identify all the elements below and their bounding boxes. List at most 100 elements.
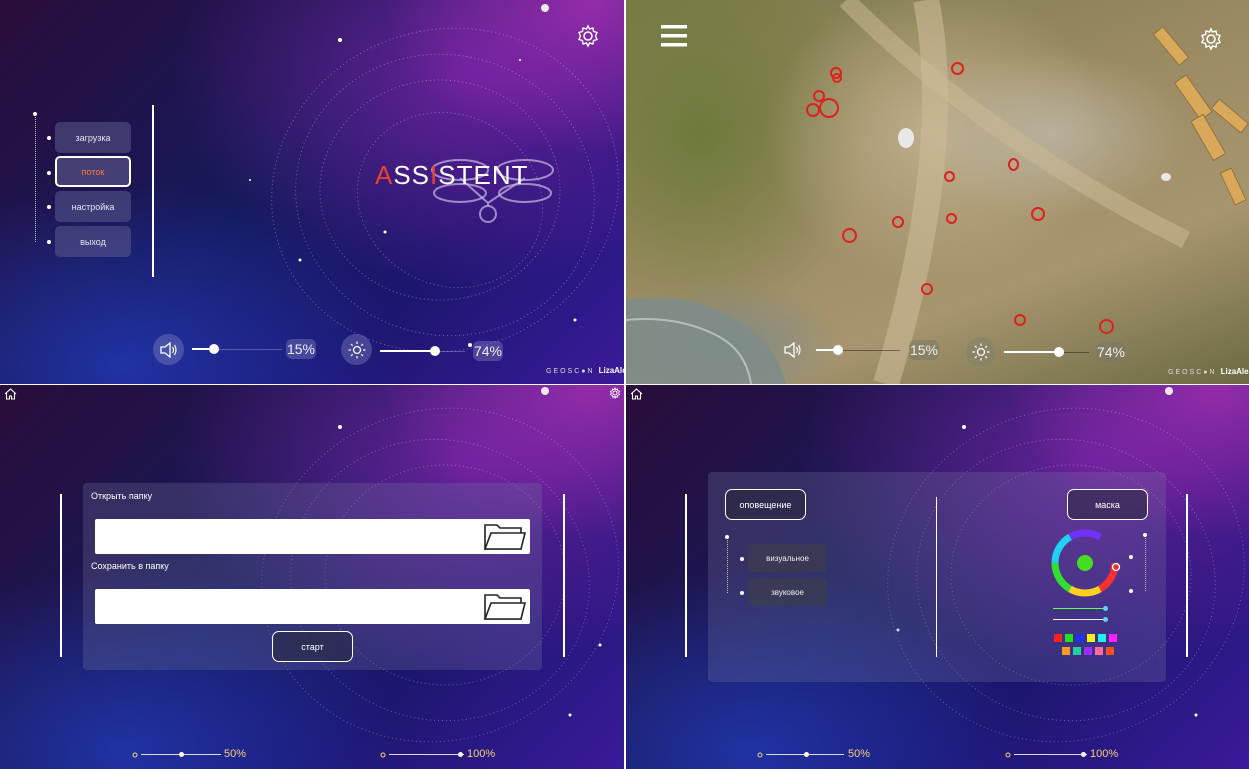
palette-swatch[interactable] <box>1084 647 1092 655</box>
brand-footer: GEOSC●NLizaAlert <box>1168 367 1249 376</box>
detection-marker[interactable] <box>892 216 904 228</box>
geoscan-logo: GEOSC●N <box>546 368 595 375</box>
card-divider-line <box>936 497 937 657</box>
settings-gear-icon[interactable] <box>1199 27 1223 51</box>
start-button[interactable]: старт <box>272 631 353 662</box>
brightness-mini-slider[interactable] <box>1014 754 1087 755</box>
detection-marker[interactable] <box>921 283 933 295</box>
sun-icon <box>348 341 365 358</box>
speaker-icon <box>159 341 177 358</box>
volume-slider-track[interactable] <box>838 350 900 351</box>
notification-button[interactable]: оповещение <box>725 489 806 520</box>
brightness-percent: 74% <box>473 341 503 361</box>
sun-icon <box>757 752 763 758</box>
menu-root-dot <box>33 112 37 116</box>
brightness-toggle[interactable] <box>966 337 996 367</box>
mask-dot <box>1129 555 1133 559</box>
mini-percent-left: 50% <box>848 748 871 760</box>
settings-gear-icon[interactable] <box>609 387 621 399</box>
detection-marker[interactable] <box>1008 158 1019 171</box>
brightness-mini-slider[interactable] <box>389 754 464 755</box>
option-sound-button[interactable]: звуковое <box>748 578 827 606</box>
palette-swatch[interactable] <box>1062 647 1070 655</box>
open-folder-input[interactable] <box>95 519 530 554</box>
detection-marker[interactable] <box>946 213 957 224</box>
option-dot <box>740 591 744 595</box>
home-icon[interactable] <box>630 388 643 400</box>
detection-marker[interactable] <box>832 73 842 83</box>
mask-dot <box>1143 533 1147 537</box>
brightness-mini-knob[interactable] <box>1081 752 1086 757</box>
main-menu-panel: загрузка поток настройка выход ASSISTENT… <box>0 0 624 384</box>
brightness-slider-fill <box>1004 351 1059 353</box>
brightness-slider-knob[interactable] <box>1054 347 1064 357</box>
palette-swatch[interactable] <box>1065 634 1073 642</box>
save-folder-icon[interactable] <box>483 591 527 622</box>
detection-marker[interactable] <box>806 103 820 117</box>
sun-icon <box>380 752 386 758</box>
menu-button-upload[interactable]: загрузка <box>55 122 131 153</box>
palette-swatch[interactable] <box>1087 634 1095 642</box>
palette-swatch[interactable] <box>1095 647 1103 655</box>
home-icon[interactable] <box>4 388 17 400</box>
sun-icon <box>1005 752 1011 758</box>
sun-icon <box>972 343 990 361</box>
brightness-toggle[interactable] <box>341 334 372 365</box>
detection-marker[interactable] <box>1099 319 1114 334</box>
menu-tree-line <box>35 114 36 242</box>
detection-marker[interactable] <box>1031 207 1045 221</box>
settings-gear-icon[interactable] <box>576 24 600 48</box>
lightness-knob[interactable] <box>1103 617 1108 622</box>
volume-slider-track[interactable] <box>214 349 282 350</box>
mask-button[interactable]: маска <box>1067 489 1148 520</box>
save-folder-input[interactable] <box>95 589 530 624</box>
quadrant-divider-horizontal <box>0 384 1249 385</box>
options-root-dot <box>725 535 729 539</box>
menu-button-exit[interactable]: выход <box>55 226 131 257</box>
app-logo-text: ASSISTENT <box>375 160 529 191</box>
notification-settings-panel: оповещение визуальное звуковое маска 50%… <box>626 385 1249 769</box>
left-separator-line <box>60 494 62 657</box>
right-separator-line <box>563 494 565 657</box>
option-visual-button[interactable]: визуальное <box>748 544 827 572</box>
brightness-slider-fill <box>380 350 435 352</box>
logo-part-2: STENT <box>438 160 529 190</box>
map-terrain <box>626 0 1249 384</box>
menu-button-stream[interactable]: поток <box>55 156 131 187</box>
palette-swatch[interactable] <box>1106 647 1114 655</box>
volume-mini-knob[interactable] <box>179 752 184 757</box>
palette-swatch[interactable] <box>1076 634 1084 642</box>
hamburger-menu-icon[interactable] <box>661 25 687 47</box>
palette-swatch[interactable] <box>1109 634 1117 642</box>
volume-slider-knob[interactable] <box>833 345 843 355</box>
right-separator-line <box>1186 494 1188 657</box>
palette-swatch[interactable] <box>1098 634 1106 642</box>
volume-mini-knob[interactable] <box>804 752 809 757</box>
menu-button-settings[interactable]: настройка <box>55 191 131 222</box>
folder-settings-panel: Открыть папку Сохранить в папку старт 50… <box>0 385 624 769</box>
sun-icon <box>132 752 138 758</box>
saturation-knob[interactable] <box>1103 606 1108 611</box>
lightness-slider[interactable] <box>1053 619 1108 620</box>
speaker-icon[interactable] <box>784 342 802 358</box>
lizaalert-logo: LizaAlert <box>598 366 624 375</box>
brightness-slider-knob[interactable] <box>430 346 440 356</box>
palette-swatch[interactable] <box>1073 647 1081 655</box>
mini-percent-right: 100% <box>467 748 496 760</box>
open-folder-icon[interactable] <box>483 521 527 552</box>
brand-footer: GEOSC●NLizaAlert <box>546 366 624 375</box>
detection-marker[interactable] <box>951 62 964 75</box>
palette-swatch[interactable] <box>1054 634 1062 642</box>
mini-percent-left: 50% <box>224 748 247 760</box>
detection-marker[interactable] <box>944 171 955 182</box>
volume-slider-knob[interactable] <box>209 344 219 354</box>
color-wheel-picker[interactable] <box>1049 527 1121 599</box>
logo-part-1: SS <box>393 160 431 190</box>
detection-marker[interactable] <box>842 228 857 243</box>
detection-marker[interactable] <box>819 98 839 118</box>
saturation-slider[interactable] <box>1053 608 1108 609</box>
detection-marker[interactable] <box>1014 314 1026 326</box>
menu-dot <box>47 136 51 140</box>
brightness-mini-knob[interactable] <box>458 752 463 757</box>
volume-toggle[interactable] <box>153 334 184 365</box>
